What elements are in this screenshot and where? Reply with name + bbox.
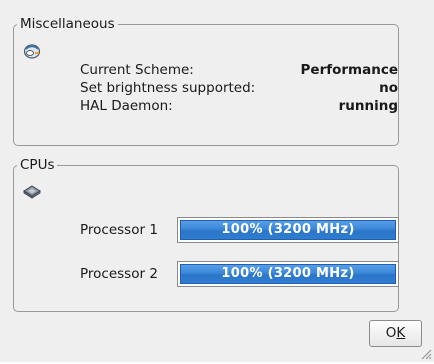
ok-button-mnemonic: K <box>396 325 406 341</box>
processor-2-progress-bar: 100% (3200 MHz) <box>177 261 399 287</box>
cpus-group: CPUs Processor 1 100% (3200 MHz) Process… <box>13 157 399 312</box>
brightness-supported-value: no <box>379 80 398 96</box>
processor-1-progress-fill: 100% (3200 MHz) <box>180 220 396 240</box>
cpus-group-title: CPUs <box>20 157 55 173</box>
power-info-dialog: Miscellaneous Current Scheme: Performanc… <box>0 0 434 362</box>
miscellaneous-group-title: Miscellaneous <box>20 16 115 32</box>
current-scheme-row: Current Scheme: Performance <box>80 61 398 79</box>
hal-daemon-row: HAL Daemon: running <box>80 97 398 115</box>
resize-grip-icon[interactable] <box>420 348 432 360</box>
cpu-chip-icon <box>23 185 41 203</box>
power-profile-icon <box>23 42 41 64</box>
ok-button[interactable]: OK <box>369 320 422 347</box>
miscellaneous-group: Miscellaneous Current Scheme: Performanc… <box>13 16 399 146</box>
processor-1-label: Processor 1 <box>80 222 158 238</box>
current-scheme-label: Current Scheme: <box>80 62 194 78</box>
current-scheme-value: Performance <box>300 62 398 78</box>
processor-1-progress-bar: 100% (3200 MHz) <box>177 217 399 243</box>
processor-2-label: Processor 2 <box>80 266 158 282</box>
hal-daemon-label: HAL Daemon: <box>80 98 173 114</box>
hal-daemon-value: running <box>338 98 398 114</box>
ok-button-text: O <box>385 325 397 341</box>
brightness-supported-row: Set brightness supported: no <box>80 79 398 97</box>
brightness-supported-label: Set brightness supported: <box>80 80 256 96</box>
processor-2-progress-fill: 100% (3200 MHz) <box>180 264 396 284</box>
